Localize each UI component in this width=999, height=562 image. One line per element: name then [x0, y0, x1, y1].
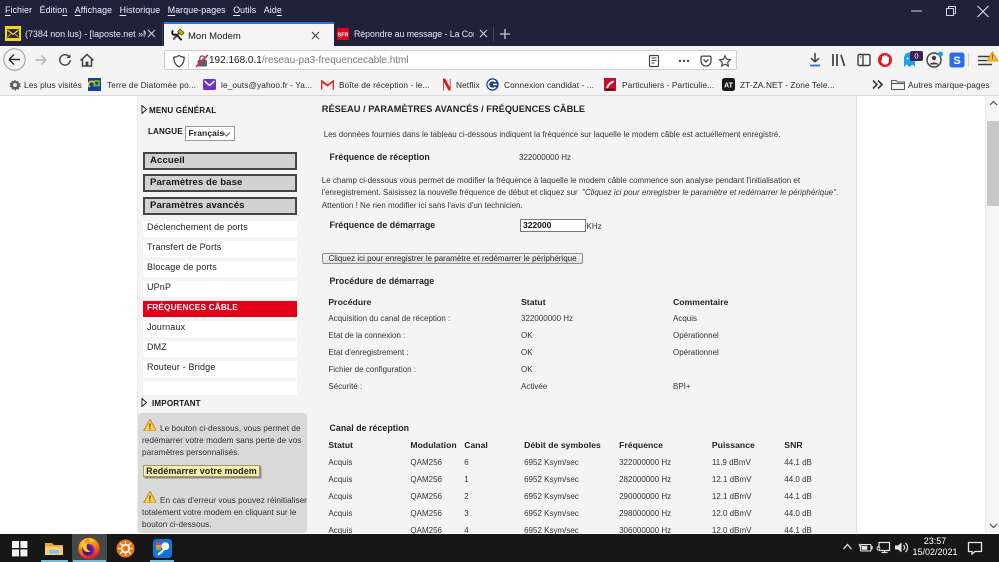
svg-text:!: !	[149, 495, 152, 504]
svg-text:0: 0	[914, 52, 918, 61]
svg-text:S: S	[953, 55, 960, 67]
svg-text:AT: AT	[724, 83, 734, 90]
svg-text:SFR: SFR	[338, 33, 349, 39]
svg-text:!: !	[991, 55, 993, 62]
svg-text:!: !	[149, 423, 152, 432]
